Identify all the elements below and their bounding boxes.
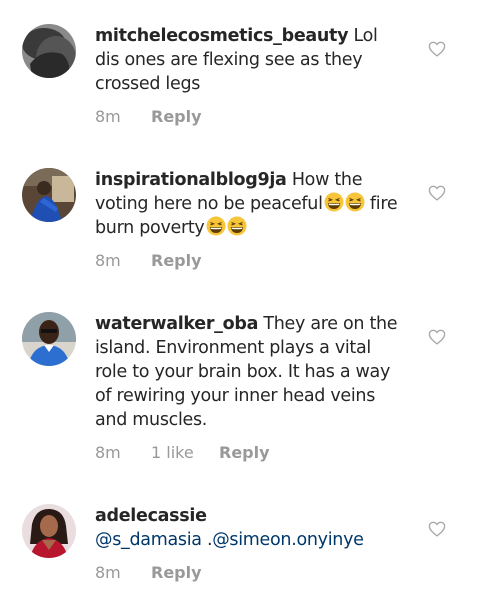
comment-meta: 8m 1 like Reply: [95, 443, 270, 462]
heart-outline-icon[interactable]: [428, 521, 446, 537]
mention-link[interactable]: @s_damasia: [95, 530, 202, 550]
reply-button[interactable]: Reply: [219, 443, 270, 462]
comment-text-block: mitchelecosmetics_beauty Lol dis ones ar…: [95, 24, 405, 96]
grinning-squinting-face-emoji: [345, 192, 365, 212]
comment-time: 8m: [95, 563, 121, 582]
comment-time: 8m: [95, 107, 121, 126]
heart-outline-icon[interactable]: [428, 329, 446, 345]
heart-outline-icon[interactable]: [428, 185, 446, 201]
avatar[interactable]: [22, 168, 76, 222]
comment-time: 8m: [95, 251, 121, 270]
grinning-squinting-face-emoji: [324, 192, 344, 212]
comment-text-block: waterwalker_oba They are on the island. …: [95, 312, 405, 432]
mention-separator: .: [201, 530, 213, 550]
reply-button[interactable]: Reply: [151, 107, 202, 126]
comment-time: 8m: [95, 443, 121, 462]
mention-link[interactable]: @simeon.onyinye: [212, 530, 364, 550]
reply-button[interactable]: Reply: [151, 563, 202, 582]
comment-text-block: adelecassie @s_damasia .@simeon.onyinye: [95, 504, 405, 552]
reply-button[interactable]: Reply: [151, 251, 202, 270]
grinning-squinting-face-emoji: [227, 216, 246, 236]
comment-username[interactable]: mitchelecosmetics_beauty: [95, 26, 349, 46]
comment-meta: 8m Reply: [95, 251, 202, 270]
comment-username[interactable]: adelecassie: [95, 506, 207, 526]
comment-text-block: inspirationalblog9ja How the voting here…: [95, 168, 405, 240]
comment-username[interactable]: waterwalker_oba: [95, 314, 258, 334]
like-count[interactable]: 1 like: [151, 443, 219, 462]
avatar[interactable]: [22, 504, 76, 558]
comment-username[interactable]: inspirationalblog9ja: [95, 170, 287, 190]
grinning-squinting-face-emoji: [206, 216, 225, 236]
avatar[interactable]: [22, 24, 76, 78]
comment-meta: 8m Reply: [95, 107, 202, 126]
comment-meta: 8m Reply: [95, 563, 202, 582]
heart-outline-icon[interactable]: [428, 41, 446, 57]
avatar[interactable]: [22, 312, 76, 366]
